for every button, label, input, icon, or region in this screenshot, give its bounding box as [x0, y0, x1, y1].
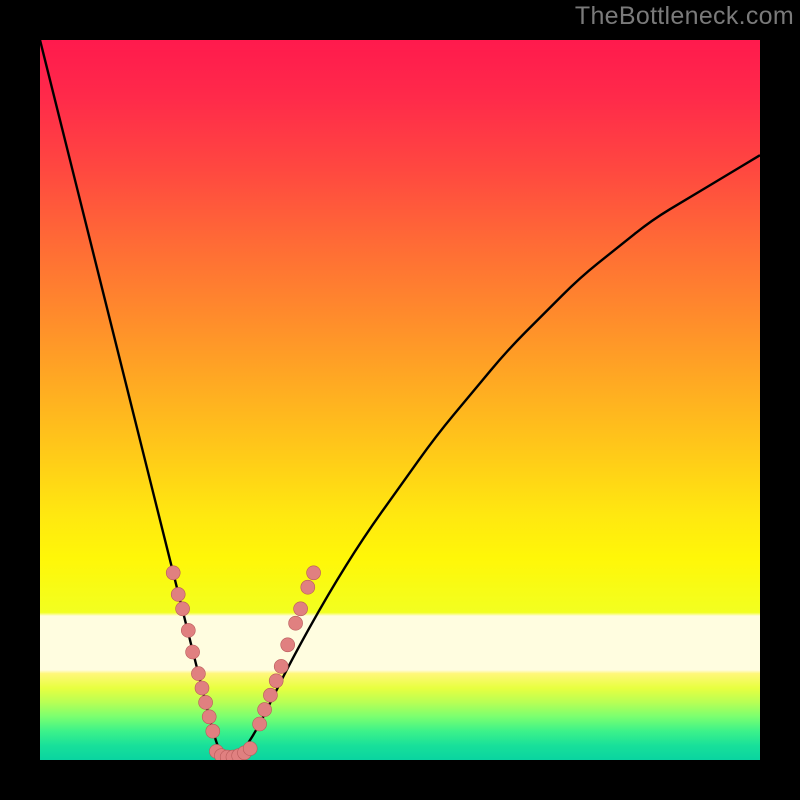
chart-frame: TheBottleneck.com [0, 0, 800, 800]
marker-right [258, 703, 272, 717]
marker-left [206, 724, 220, 738]
marker-right [269, 674, 283, 688]
marker-left [191, 667, 205, 681]
marker-left [195, 681, 209, 695]
marker-bottom [243, 742, 257, 756]
marker-right [289, 616, 303, 630]
marker-right [263, 688, 277, 702]
watermark-text: TheBottleneck.com [575, 2, 794, 31]
marker-right [274, 659, 288, 673]
marker-left [181, 623, 195, 637]
plot-area [40, 40, 760, 760]
marker-right [294, 602, 308, 616]
bottleneck-curve [40, 40, 760, 760]
curve-layer [40, 40, 760, 760]
marker-left [199, 695, 213, 709]
marker-left [171, 587, 185, 601]
marker-right [301, 580, 315, 594]
marker-right [307, 566, 321, 580]
marker-left [186, 645, 200, 659]
marker-right [281, 638, 295, 652]
marker-left [176, 602, 190, 616]
marker-right [253, 717, 267, 731]
marker-left [202, 710, 216, 724]
marker-left [166, 566, 180, 580]
